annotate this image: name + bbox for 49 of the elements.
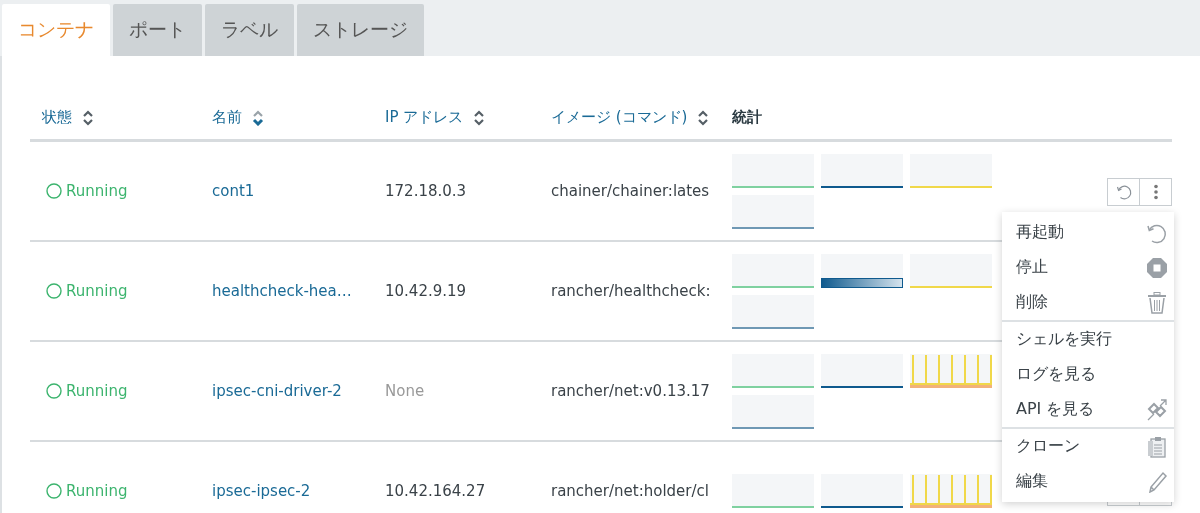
status-circle-icon: [46, 183, 62, 199]
menu-item[interactable]: 削除: [1002, 285, 1174, 320]
image-name: rancher/net:v0.13.17: [551, 382, 710, 400]
image-name: chainer/chainer:lates: [551, 182, 710, 200]
tab[interactable]: ストレージ: [297, 4, 424, 56]
sort-icon[interactable]: [473, 109, 486, 126]
column-header[interactable]: IP アドレス: [385, 108, 464, 127]
sort-icon[interactable]: [252, 109, 264, 126]
status-text: Running: [66, 182, 128, 200]
stop-icon: [1146, 256, 1168, 279]
menu-item[interactable]: シェルを実行: [1002, 322, 1174, 357]
pencil-icon: [1146, 470, 1168, 493]
sort-icon[interactable]: [697, 109, 710, 126]
container-name-link[interactable]: cont1: [212, 182, 255, 200]
column-header[interactable]: 状態: [42, 108, 72, 127]
status-circle-icon: [46, 383, 62, 399]
sort-icon[interactable]: [82, 109, 94, 126]
status-circle-icon: [46, 283, 62, 299]
image-name: rancher/healthcheck:: [551, 282, 711, 300]
restart-icon: [1115, 184, 1132, 200]
clipboard-icon: [1146, 435, 1168, 458]
container-name-link[interactable]: healthcheck-hea…: [212, 282, 352, 300]
ip-address: 172.18.0.3: [385, 182, 467, 200]
column-header[interactable]: 名前: [212, 108, 242, 127]
menu-item[interactable]: クローン: [1002, 429, 1174, 464]
container-name-link[interactable]: ipsec-ipsec-2: [212, 482, 311, 500]
image-name: rancher/net:holder/cl: [551, 482, 709, 500]
ip-address: 10.42.164.27: [385, 482, 486, 500]
tab[interactable]: ポート: [113, 4, 202, 56]
menu-item[interactable]: API を見る: [1002, 392, 1174, 427]
restart-button[interactable]: [1107, 178, 1140, 206]
status-text: Running: [66, 282, 128, 300]
menu-item[interactable]: ログを見る: [1002, 357, 1174, 392]
status-circle-icon: [46, 483, 62, 499]
trash-icon: [1146, 291, 1168, 314]
tab[interactable]: ラベル: [205, 4, 294, 56]
status-text: Running: [66, 482, 128, 500]
chain-link-icon: [1146, 398, 1168, 421]
column-header[interactable]: イメージ (コマンド): [551, 108, 688, 127]
kebab-icon: [1152, 184, 1159, 200]
status-text: Running: [66, 382, 128, 400]
menu-item[interactable]: 再起動: [1002, 215, 1174, 250]
more-button[interactable]: [1139, 178, 1172, 206]
menu-item[interactable]: 編集: [1002, 464, 1174, 499]
ip-address: 10.42.9.19: [385, 282, 467, 300]
column-header: 統計: [732, 108, 762, 127]
ip-address: None: [385, 382, 425, 400]
container-name-link[interactable]: ipsec-cni-driver-2: [212, 382, 342, 400]
menu-item[interactable]: 停止: [1002, 250, 1174, 285]
